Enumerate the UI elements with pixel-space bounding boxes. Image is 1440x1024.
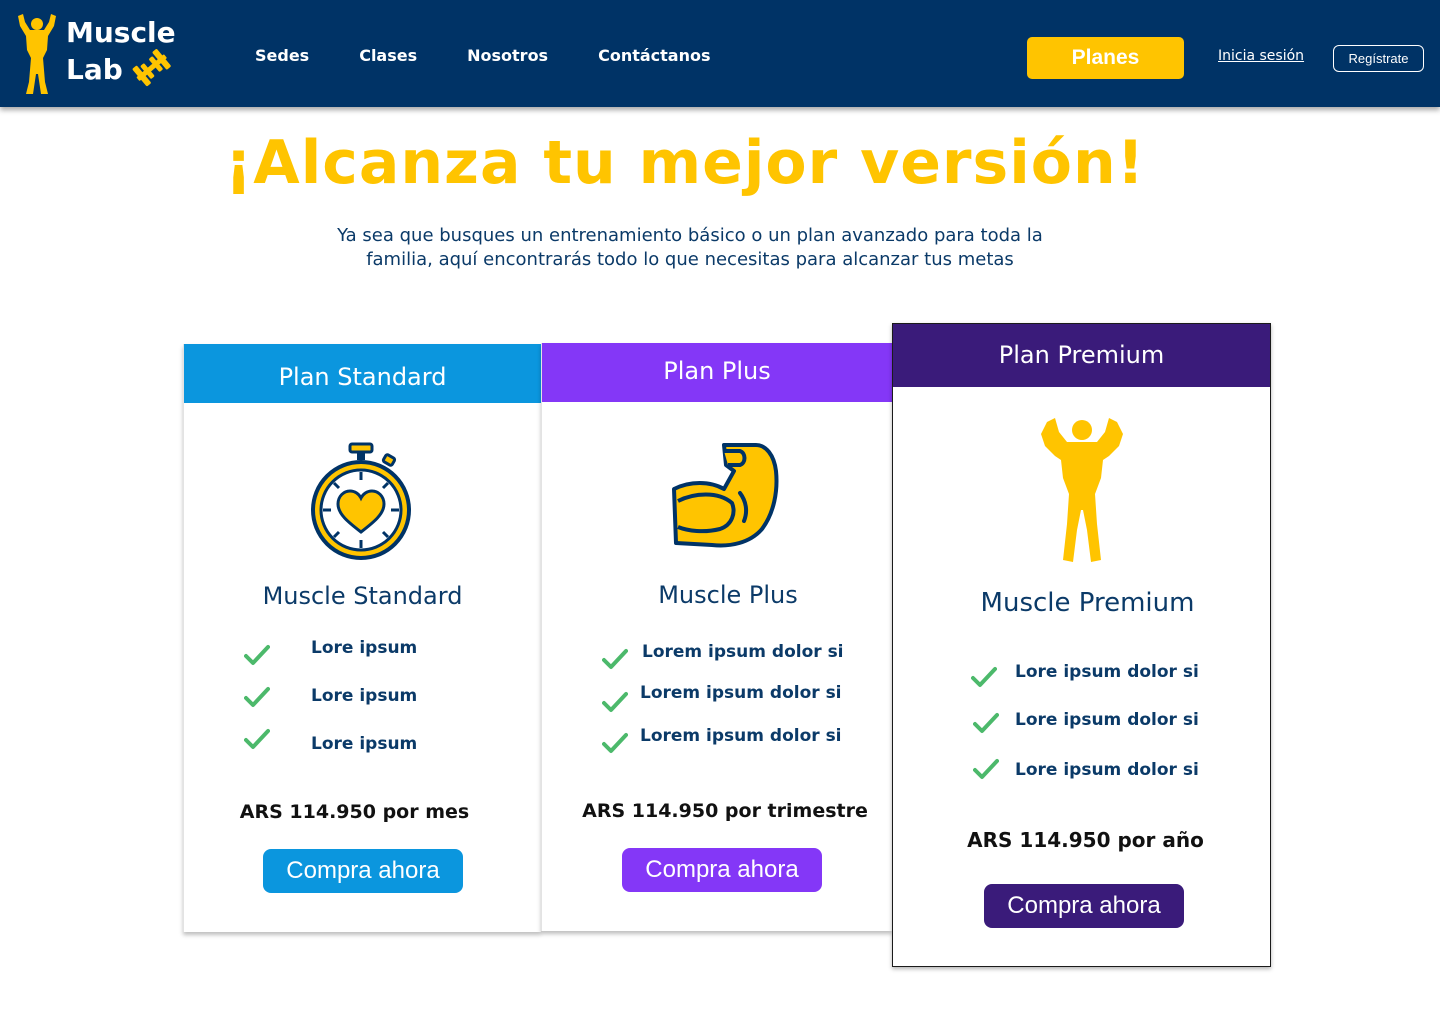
bodybuilder-icon bbox=[1041, 418, 1123, 562]
feature-label: Lorem ipsum dolor si bbox=[642, 642, 844, 662]
check-icon bbox=[602, 692, 628, 712]
plan-price: ARS 114.950 por mes bbox=[239, 801, 470, 823]
feature-label: Lore ipsum dolor si bbox=[1015, 662, 1199, 682]
check-icon bbox=[973, 713, 999, 733]
check-icon bbox=[971, 667, 997, 687]
top-navbar: Muscle Lab Sedes Clases Nosotros Contáct… bbox=[0, 0, 1440, 107]
check-icon bbox=[973, 759, 999, 779]
plan-card-plus: Plan Plus Muscle Plus Lorem ipsum dolor … bbox=[541, 343, 892, 931]
main-nav: Sedes Clases Nosotros Contáctanos bbox=[255, 46, 760, 65]
buy-now-button[interactable]: Compra ahora bbox=[263, 849, 463, 893]
plan-name: Muscle Standard bbox=[262, 582, 463, 610]
feature-label: Lore ipsum bbox=[311, 734, 418, 754]
nav-item-clases[interactable]: Clases bbox=[359, 46, 417, 65]
feature-label: Lore ipsum bbox=[311, 686, 418, 706]
dumbbell-icon bbox=[132, 49, 171, 87]
stopwatch-heart-icon bbox=[311, 442, 411, 560]
check-icon bbox=[602, 649, 628, 669]
feature-label: Lorem ipsum dolor si bbox=[640, 683, 842, 703]
login-link[interactable]: Inicia sesión bbox=[1218, 48, 1304, 64]
feature-label: Lorem ipsum dolor si bbox=[640, 726, 842, 746]
register-button[interactable]: Regístrate bbox=[1333, 45, 1424, 72]
flexed-arm-icon bbox=[672, 443, 779, 548]
check-icon bbox=[244, 687, 270, 707]
hero-subtitle: Ya sea que busques un entrenamiento bási… bbox=[337, 225, 1043, 270]
nav-item-sedes[interactable]: Sedes bbox=[255, 46, 309, 65]
check-icon bbox=[244, 645, 270, 665]
plan-card-standard: Plan Standard Muscle Standard Lore ipsum… bbox=[183, 344, 541, 932]
buy-now-button[interactable]: Compra ahora bbox=[984, 884, 1184, 928]
feature-label: Lore ipsum dolor si bbox=[1015, 760, 1199, 780]
bodybuilder-logo-icon bbox=[18, 14, 56, 94]
feature-label: Lore ipsum bbox=[311, 638, 418, 658]
plan-card-premium: Plan Premium Muscle Premium Lore ipsum d… bbox=[892, 323, 1271, 967]
plan-name: Muscle Plus bbox=[658, 581, 798, 609]
buy-now-button[interactable]: Compra ahora bbox=[622, 848, 822, 892]
plan-card-header: Plan Plus bbox=[542, 343, 892, 402]
planes-button[interactable]: Planes bbox=[1027, 37, 1184, 79]
feature-label: Lore ipsum dolor si bbox=[1015, 710, 1199, 730]
check-icon bbox=[244, 729, 270, 749]
plan-card-header: Plan Standard bbox=[184, 344, 541, 403]
plan-name: Muscle Premium bbox=[980, 588, 1195, 618]
nav-item-nosotros[interactable]: Nosotros bbox=[467, 46, 548, 65]
hero-title: ¡Alcanza tu mejor versión! bbox=[224, 128, 1146, 198]
logo-line-1: Muscle bbox=[66, 16, 176, 49]
check-icon bbox=[602, 733, 628, 753]
nav-item-contactanos[interactable]: Contáctanos bbox=[598, 46, 710, 65]
muscle-lab-logo[interactable]: Muscle Lab bbox=[12, 10, 192, 98]
plan-price: ARS 114.950 por año bbox=[967, 828, 1204, 852]
plan-card-header: Plan Premium bbox=[893, 324, 1270, 387]
plan-price: ARS 114.950 por trimestre bbox=[582, 800, 868, 822]
